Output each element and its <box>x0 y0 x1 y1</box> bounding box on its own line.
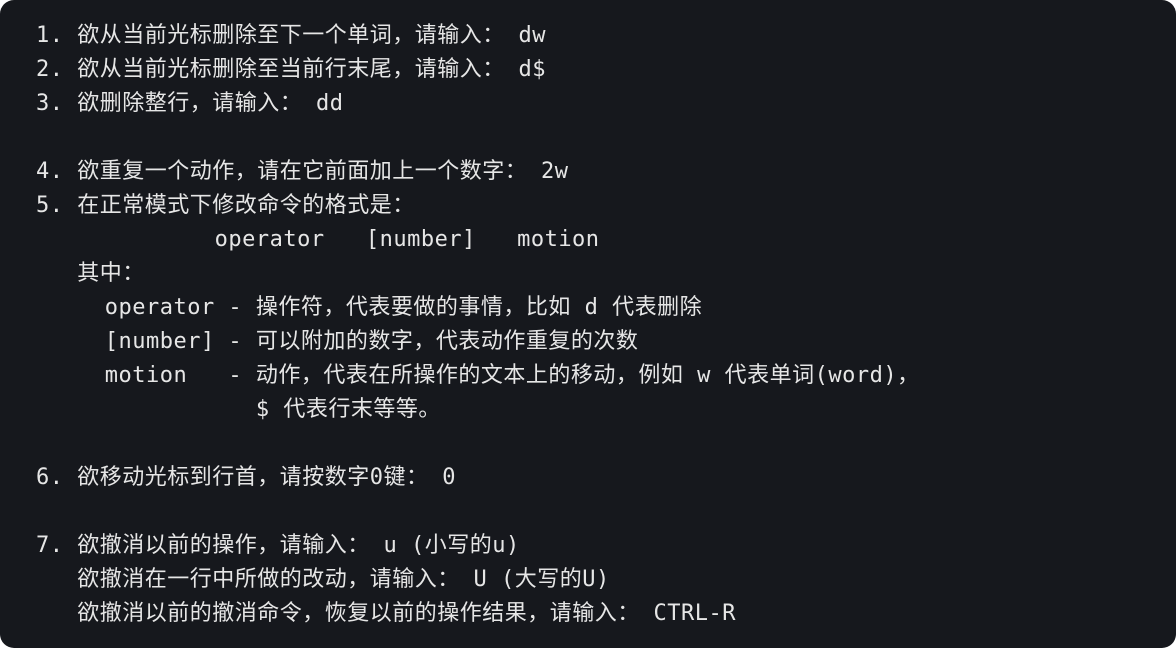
terminal-line: 7. 欲撤消以前的操作，请输入： u (小写的u) <box>36 533 520 558</box>
terminal-line: 3. 欲删除整行，请输入： dd <box>36 91 344 116</box>
terminal-line: 4. 欲重复一个动作，请在它前面加上一个数字： 2w <box>36 159 569 184</box>
terminal-line: motion - 动作，代表在所操作的文本上的移动，例如 w 代表单词(word… <box>36 363 920 388</box>
terminal-line: 6. 欲移动光标到行首，请按数字0键： 0 <box>36 465 456 490</box>
terminal-line: 2. 欲从当前光标删除至当前行末尾，请输入： d$ <box>36 57 546 82</box>
terminal-line: [number] - 可以附加的数字，代表动作重复的次数 <box>36 329 639 354</box>
terminal-line: 欲撤消以前的撤消命令，恢复以前的操作结果，请输入： CTRL-R <box>36 601 736 626</box>
terminal-line: operator - 操作符，代表要做的事情，比如 d 代表删除 <box>36 295 703 320</box>
terminal-line: operator [number] motion <box>36 227 600 252</box>
terminal-line: 5. 在正常模式下修改命令的格式是： <box>36 193 415 218</box>
terminal-line: 欲撤消在一行中所做的改动，请输入： U (大写的U) <box>36 567 610 592</box>
terminal-line: $ 代表行末等等。 <box>36 397 441 422</box>
terminal-line: 1. 欲从当前光标删除至下一个单词，请输入： dw <box>36 23 546 48</box>
terminal-window: 1. 欲从当前光标删除至下一个单词，请输入： dw 2. 欲从当前光标删除至当前… <box>0 0 1176 648</box>
terminal-line: 其中： <box>36 261 145 286</box>
